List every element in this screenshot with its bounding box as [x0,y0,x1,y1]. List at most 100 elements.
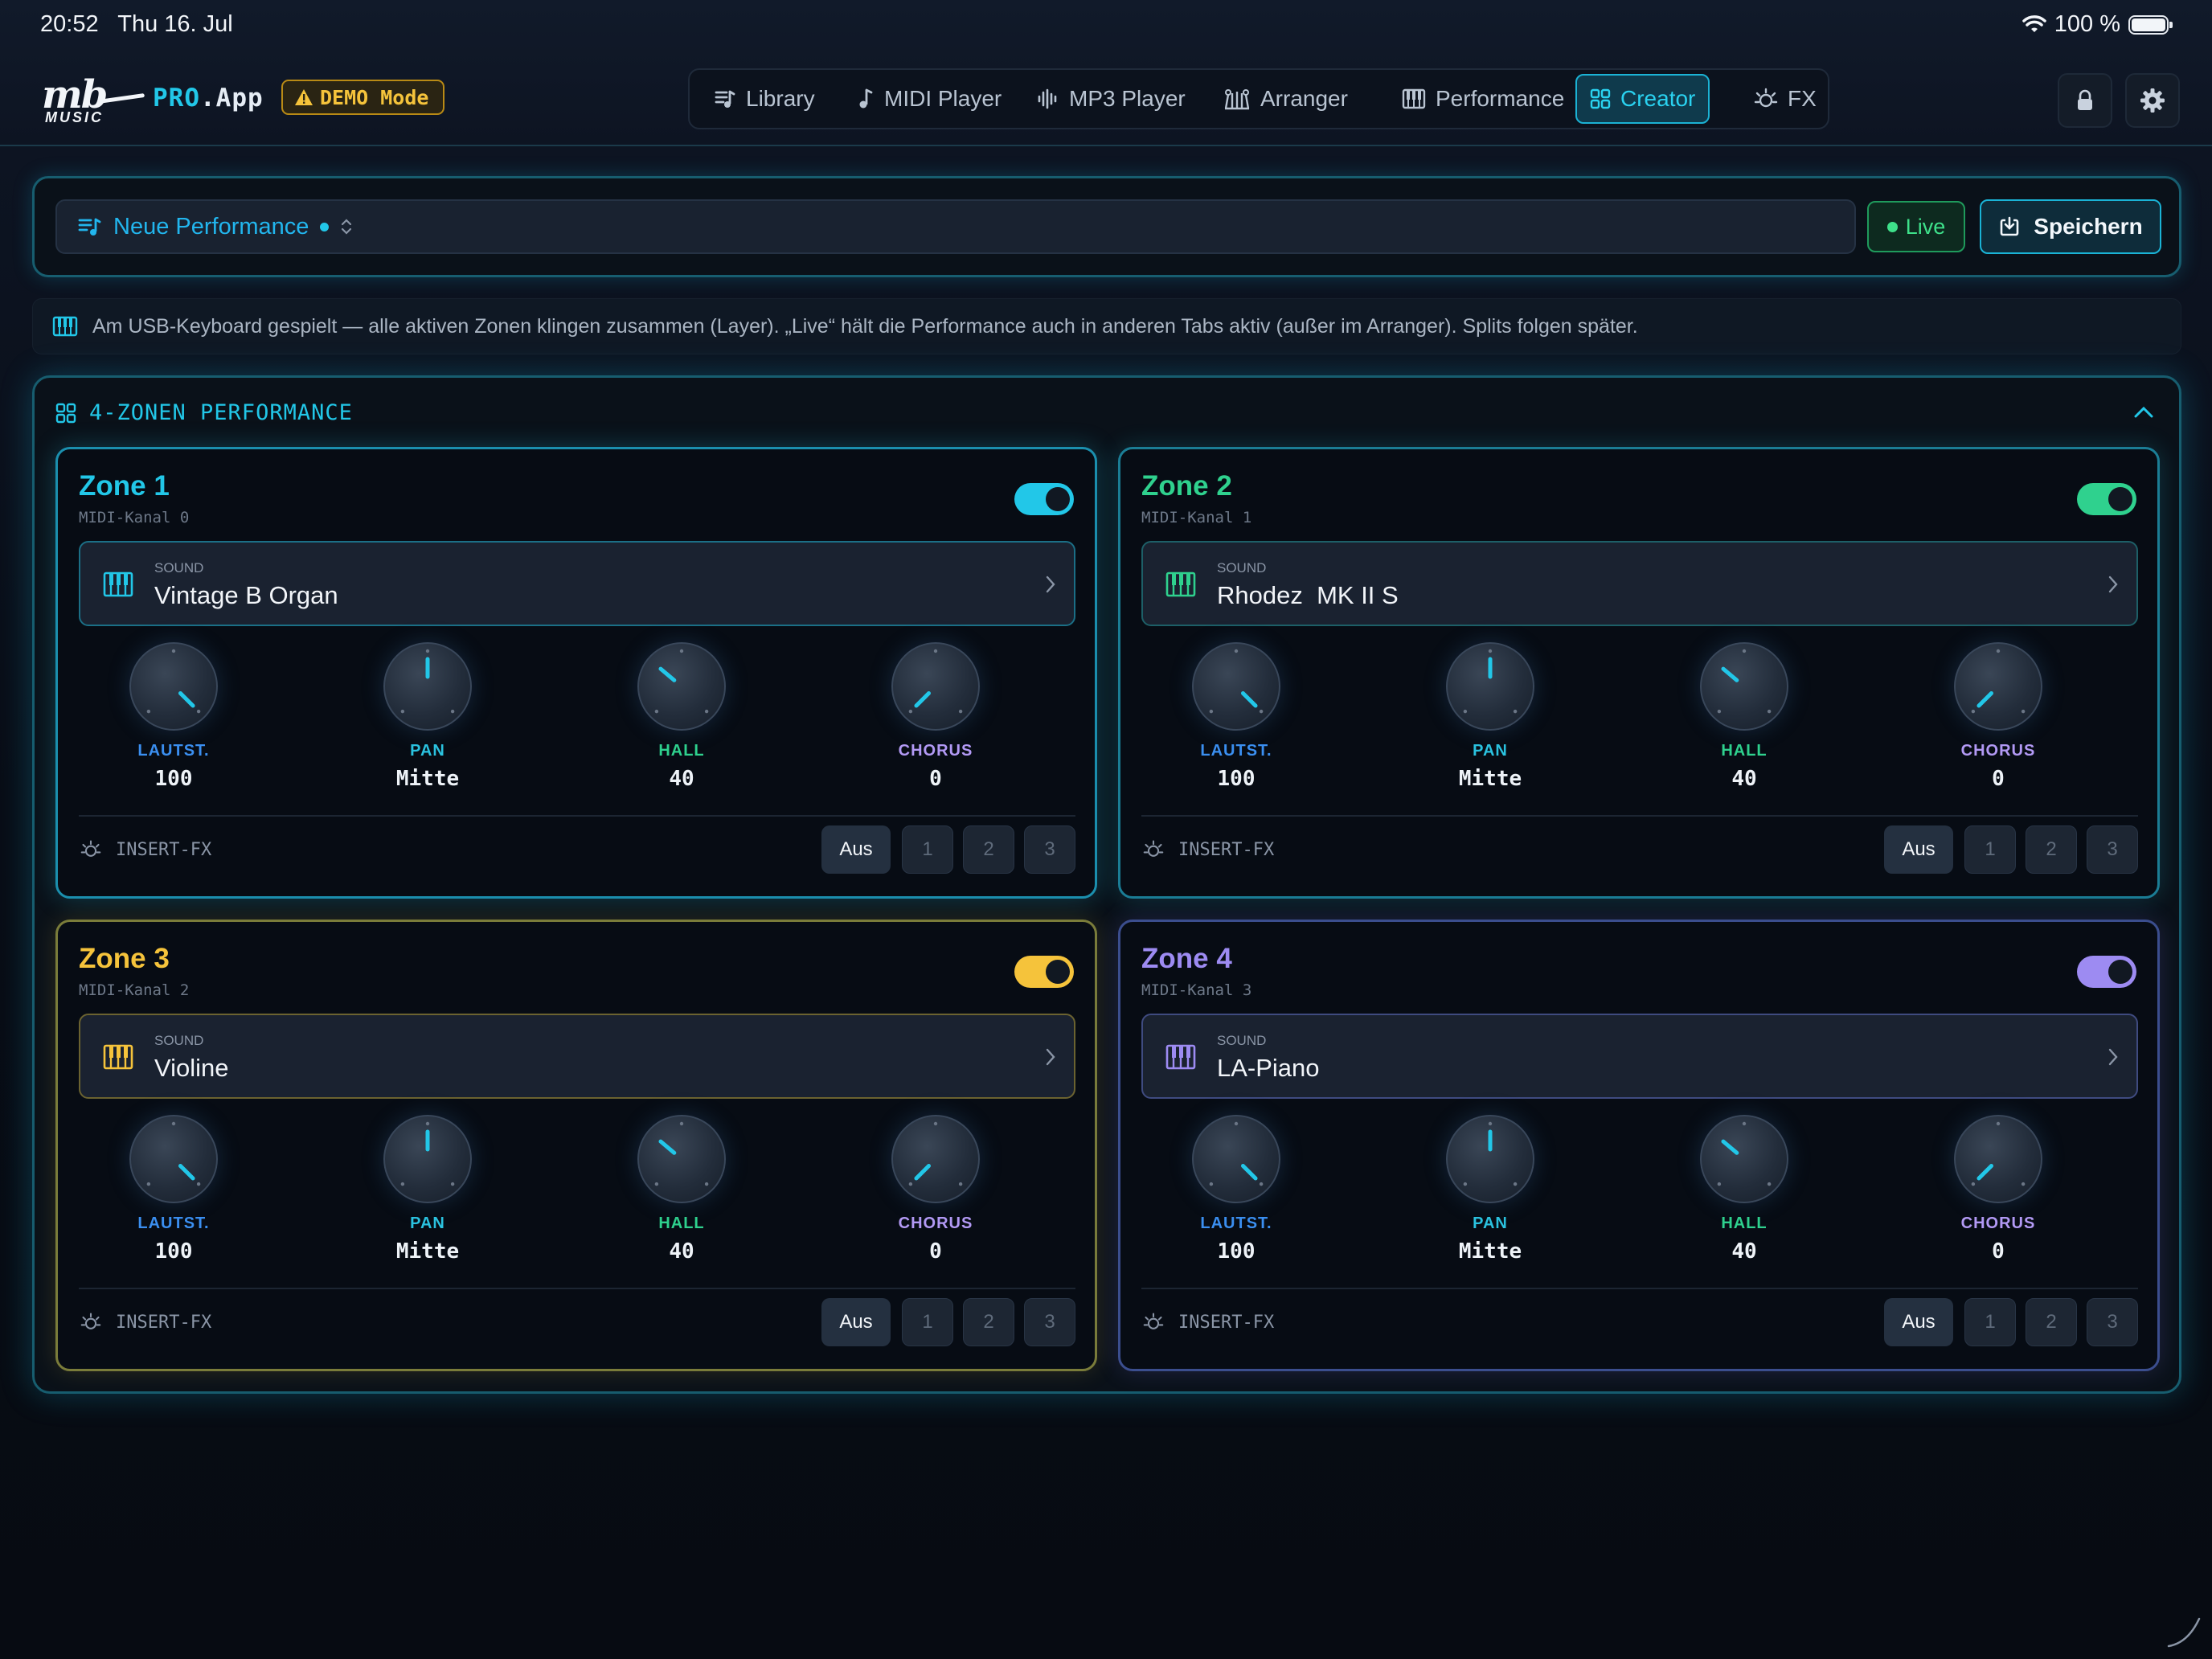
knob-volume[interactable]: LAUTST. 100 [1164,1115,1309,1264]
fx-slot-2-button[interactable]: 2 [963,1298,1014,1346]
knob-volume[interactable]: LAUTST. 100 [101,1115,246,1264]
fx-slot-3-button[interactable]: 3 [1024,825,1075,874]
sound-selector[interactable]: SOUND LA-Piano [1141,1014,2138,1099]
knob-pan[interactable]: PAN Mitte [355,1115,500,1264]
performance-selector[interactable]: Neue Performance [55,199,1856,254]
fx-slot-2-button[interactable]: 2 [2026,825,2077,874]
knob-dial[interactable] [891,642,980,731]
fx-off-button[interactable]: Aus [1884,825,1953,874]
fx-slot-2-button[interactable]: 2 [963,825,1014,874]
sound-name: Vintage B Organ [154,581,338,609]
battery-icon [2128,14,2173,35]
sound-label: SOUND [154,560,204,576]
knob-dial[interactable] [637,1115,726,1203]
sound-selector[interactable]: SOUND Vintage B Organ [79,541,1075,626]
knob-pan[interactable]: PAN Mitte [1418,642,1563,791]
fx-off-button[interactable]: Aus [821,825,891,874]
knob-indicator [400,649,455,714]
knob-dial[interactable] [1192,1115,1280,1203]
fx-slot-1-button[interactable]: 1 [1964,1298,2016,1346]
knob-dial[interactable] [1700,642,1788,731]
chevron-right-icon [2108,1048,2118,1066]
insert-fx: INSERT-FX [80,839,211,860]
knob-dial[interactable] [891,1115,980,1203]
knob-volume[interactable]: LAUTST. 100 [1164,642,1309,791]
fx-slot-3-button[interactable]: 3 [2087,1298,2138,1346]
performance-name: Neue Performance [113,213,309,240]
panel-title: 4-ZONEN PERFORMANCE [89,400,353,425]
wifi-icon [2022,14,2046,32]
piano-icon [103,1044,133,1070]
piano-icon [1402,88,1426,109]
knob-chorus[interactable]: CHORUS 0 [1926,642,2071,791]
zone-midi-channel: MIDI-Kanal 2 [79,981,190,999]
knob-reverb[interactable]: HALL 40 [609,1115,754,1264]
knob-pan[interactable]: PAN Mitte [1418,1115,1563,1264]
zone-enable-toggle[interactable] [2077,483,2136,515]
knob-reverb[interactable]: HALL 40 [1672,1115,1817,1264]
fx-slot-2-button[interactable]: 2 [2026,1298,2077,1346]
sound-selector[interactable]: SOUND Violine [79,1014,1075,1099]
knob-value: 40 [1731,1239,1757,1264]
knob-dial[interactable] [129,642,218,731]
sound-selector[interactable]: SOUND Rhodez MK II S [1141,541,2138,626]
knob-dial[interactable] [129,1115,218,1203]
fx-slot-1-button[interactable]: 1 [902,825,953,874]
knob-label: CHORUS [898,1215,973,1232]
knob-pan[interactable]: PAN Mitte [355,642,500,791]
live-button[interactable]: Live [1867,201,1965,252]
zone-card-3: Zone 3 MIDI-Kanal 2 SOUND Violine LAUTST… [55,920,1097,1371]
panel-header[interactable]: 4-ZONEN PERFORMANCE [55,400,353,425]
knob-indicator [1971,649,2026,714]
tab-label: MP3 Player [1069,86,1186,111]
tab-creator[interactable]: Creator [1575,74,1710,124]
knob-chorus[interactable]: CHORUS 0 [863,642,1008,791]
tab-fx[interactable]: FX [1741,74,1829,124]
lock-icon [2078,89,2092,110]
fx-slot-1-button[interactable]: 1 [902,1298,953,1346]
zone-midi-channel: MIDI-Kanal 3 [1141,981,1252,999]
knob-dial[interactable] [1954,642,2042,731]
tab-performance[interactable]: Performance [1389,74,1577,124]
zone-enable-toggle[interactable] [2077,956,2136,988]
tab-library[interactable]: Library [701,74,828,124]
zone-enable-toggle[interactable] [1014,956,1074,988]
knob-dial[interactable] [1700,1115,1788,1203]
knob-dial[interactable] [1192,642,1280,731]
knob-indicator [908,649,963,714]
knob-dial[interactable] [383,1115,472,1203]
app-name-rest: .App [200,84,264,113]
main-tabs: Library MIDI Player MP3 Player Arranger … [688,68,1829,129]
knob-value: 100 [1217,1239,1256,1264]
knob-indicator [1209,1121,1264,1186]
fx-off-button[interactable]: Aus [1884,1298,1953,1346]
tab-arranger[interactable]: Arranger [1210,74,1361,124]
knob-reverb[interactable]: HALL 40 [609,642,754,791]
fx-off-button[interactable]: Aus [821,1298,891,1346]
insert-fx-label: INSERT-FX [1178,839,1275,860]
knob-dial[interactable] [1446,642,1534,731]
chevron-up-icon[interactable] [2132,405,2155,420]
zone-enable-toggle[interactable] [1014,483,1074,515]
settings-button[interactable] [2125,73,2180,128]
divider [79,815,1075,817]
save-label: Speichern [2034,214,2143,239]
save-button[interactable]: Speichern [1980,199,2161,254]
knob-reverb[interactable]: HALL 40 [1672,642,1817,791]
tab-midi-player[interactable]: MIDI Player [842,74,1014,124]
knob-dial[interactable] [637,642,726,731]
knob-value: 40 [669,767,694,791]
knob-dial[interactable] [1954,1115,2042,1203]
unsaved-dot [320,222,330,231]
knob-chorus[interactable]: CHORUS 0 [1926,1115,2071,1264]
lock-button[interactable] [2058,73,2112,128]
knob-dial[interactable] [383,642,472,731]
fx-slot-3-button[interactable]: 3 [1024,1298,1075,1346]
knob-value: 40 [669,1239,694,1264]
knob-dial[interactable] [1446,1115,1534,1203]
knob-volume[interactable]: LAUTST. 100 [101,642,246,791]
fx-slot-3-button[interactable]: 3 [2087,825,2138,874]
fx-slot-1-button[interactable]: 1 [1964,825,2016,874]
knob-chorus[interactable]: CHORUS 0 [863,1115,1008,1264]
tab-mp3-player[interactable]: MP3 Player [1024,74,1198,124]
